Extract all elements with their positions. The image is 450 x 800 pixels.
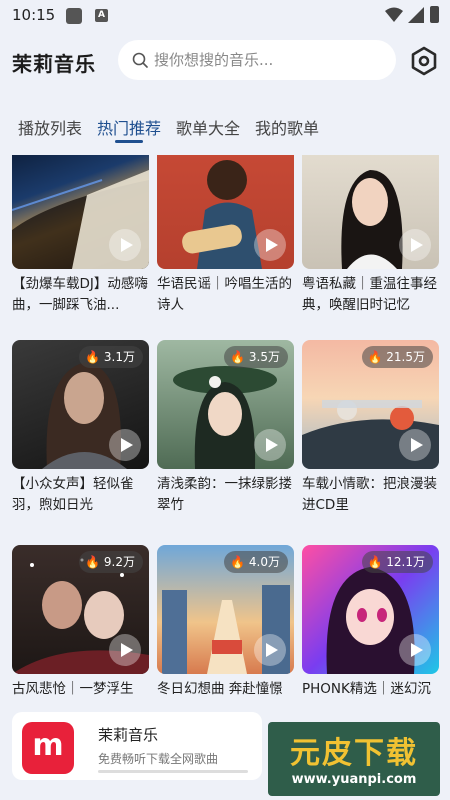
playlist-title: 粤语私藏｜重温往事经典，唤醒旧时记忆 [302,276,437,313]
playlist-cover[interactable] [157,155,294,269]
tab-hot-recommend[interactable]: 热门推荐 [97,115,161,139]
playlist-cover[interactable] [302,155,439,269]
app-title: 茉莉音乐 [12,52,96,76]
play-count: 21.5万 [386,350,425,364]
playlist-cover[interactable]: 🔥 12.1万 [302,545,439,674]
promo-divider [98,770,248,773]
watermark-url: www.yuanpi.com [291,772,417,787]
playlist-title: 清浅柔韵：一抹绿影搂翠竹 [157,476,292,513]
search-input[interactable] [154,40,384,80]
playlist-card[interactable]: 🔥 21.5万 车载小情歌：把浪漫装进CD里 [302,340,439,516]
signal-icon [408,7,424,23]
playlist-card[interactable]: 🔥 3.5万 清浅柔韵：一抹绿影搂翠竹 [157,340,294,516]
play-icon[interactable] [399,229,431,261]
play-count: 4.0万 [248,555,280,569]
playlist-cover[interactable]: 🔥 4.0万 [157,545,294,674]
playlist-cover[interactable] [12,155,149,269]
play-icon[interactable] [254,429,286,461]
playlist-title: 华语民谣｜吟唱生活的诗人 [157,276,292,313]
play-icon[interactable] [399,429,431,461]
battery-icon [430,6,439,23]
app-badge-icon: A [95,9,108,22]
active-tab-indicator [115,140,143,143]
watermark: 元皮下载 www.yuanpi.com [268,722,440,796]
status-bar: 10:15 A [0,0,450,30]
playlist-cover[interactable]: 🔥 3.5万 [157,340,294,469]
playlist-title: PHONK精选｜迷幻沉 [302,681,431,697]
play-icon[interactable] [109,634,141,666]
play-count-badge: 🔥 21.5万 [361,346,433,368]
search-box[interactable] [118,40,396,80]
play-count-badge: 🔥 3.5万 [224,346,288,368]
playlist-cover[interactable]: 🔥 9.2万 [12,545,149,674]
search-icon [132,52,148,68]
wifi-icon [385,7,403,22]
play-icon[interactable] [109,429,141,461]
app-logo: m [22,722,74,774]
settings-icon[interactable] [409,46,439,76]
playlist-title: 【小众女声】轻似雀羽，煦如日光 [12,476,134,513]
play-icon[interactable] [254,634,286,666]
watermark-text: 元皮下载 [290,736,418,771]
play-count: 3.1万 [103,350,135,364]
playlist-card[interactable]: 🔥 9.2万 古风悲怆｜一梦浮生 [12,545,149,720]
play-count: 12.1万 [386,555,425,569]
play-count-badge: 🔥 12.1万 [361,551,433,573]
play-icon[interactable] [399,634,431,666]
tab-playlist[interactable]: 播放列表 [18,115,82,139]
notification-icon [66,8,82,24]
playlist-cover[interactable]: 🔥 3.1万 [12,340,149,469]
playlist-card[interactable]: 🔥 3.1万 【小众女声】轻似雀羽，煦如日光 [12,340,149,516]
status-time: 10:15 [12,6,56,24]
playlist-card[interactable]: 🔥 12.1万 PHONK精选｜迷幻沉 [302,545,439,720]
play-count-badge: 🔥 9.2万 [79,551,143,573]
promo-app-name: 茉莉音乐 [98,726,159,744]
promo-subtitle: 免费畅听下载全网歌曲 [98,752,219,766]
tab-my-playlists[interactable]: 我的歌单 [255,115,319,139]
play-count: 3.5万 [248,350,280,364]
play-count: 9.2万 [103,555,135,569]
playlist-title: 车载小情歌：把浪漫装进CD里 [302,476,437,513]
playlist-card[interactable]: 【劲爆车载DJ】动感嗨曲，一脚踩飞油... [12,155,149,316]
play-count-badge: 🔥 4.0万 [224,551,288,573]
playlist-cover[interactable]: 🔥 21.5万 [302,340,439,469]
playlist-card[interactable]: 粤语私藏｜重温往事经典，唤醒旧时记忆 [302,155,439,316]
header: 茉莉音乐 [0,30,450,92]
tab-playlist-collection[interactable]: 歌单大全 [176,115,240,139]
tab-bar: 播放列表 热门推荐 歌单大全 我的歌单 [0,110,450,144]
play-count-badge: 🔥 3.1万 [79,346,143,368]
play-icon[interactable] [109,229,141,261]
app-promo-banner[interactable]: m 茉莉音乐 免费畅听下载全网歌曲 [12,712,262,780]
play-icon[interactable] [254,229,286,261]
playlist-card[interactable]: 华语民谣｜吟唱生活的诗人 [157,155,294,316]
playlist-title: 【劲爆车载DJ】动感嗨曲，一脚踩飞油... [12,276,148,313]
playlist-card[interactable]: 🔥 4.0万 冬日幻想曲 奔赴憧憬 [157,545,294,720]
playlist-grid: 【劲爆车载DJ】动感嗨曲，一脚踩飞油... 华语民谣｜吟唱生活的诗人 粤语私藏｜… [0,155,450,720]
